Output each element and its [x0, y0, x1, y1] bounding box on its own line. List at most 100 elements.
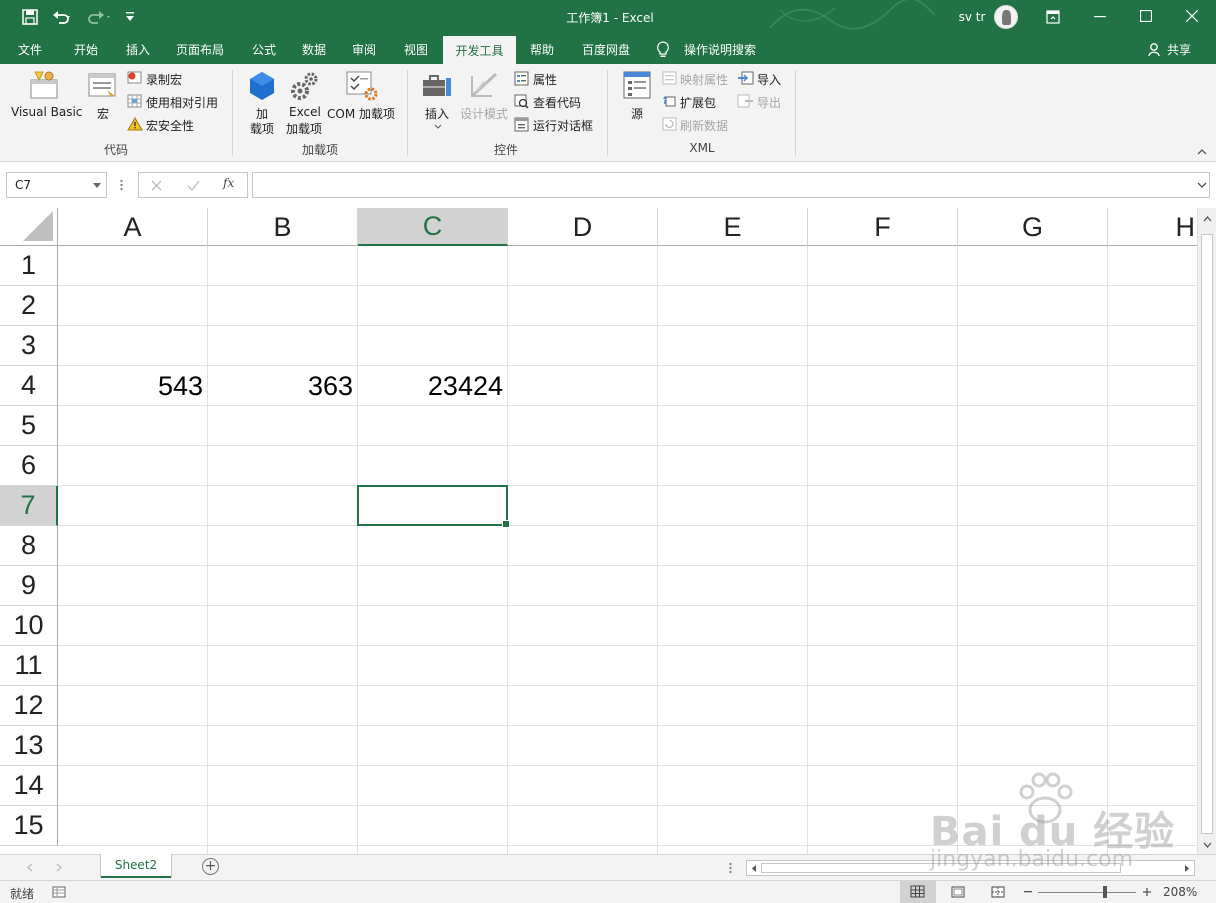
zoom-out-icon[interactable] [1024, 891, 1032, 893]
name-box[interactable]: C7 [6, 172, 107, 198]
tab-review[interactable]: 审阅 [342, 34, 386, 64]
com-addins-icon [346, 71, 378, 101]
redo-icon[interactable] [87, 9, 113, 25]
sheet-tab-sheet2[interactable]: Sheet2 [101, 854, 171, 878]
row-header-8[interactable]: 8 [0, 526, 58, 566]
close-icon[interactable] [1186, 10, 1198, 22]
share-icon[interactable] [1148, 42, 1162, 57]
vertical-scroll-thumb[interactable] [1201, 234, 1213, 834]
enter-icon[interactable] [187, 180, 200, 191]
column-header-f[interactable]: F [808, 208, 958, 246]
formula-input[interactable] [252, 172, 1210, 198]
tab-data[interactable]: 数据 [292, 34, 336, 64]
row-header-1[interactable]: 1 [0, 246, 58, 286]
page-break-preview-icon[interactable] [991, 886, 1005, 898]
column-header-b[interactable]: B [208, 208, 358, 246]
row-header-4[interactable]: 4 [0, 366, 58, 406]
row-header-14[interactable]: 14 [0, 766, 58, 806]
scroll-down-icon[interactable] [1203, 842, 1212, 848]
expand-formula-bar-icon[interactable] [1197, 182, 1207, 189]
tab-baidu-netdisk[interactable]: 百度网盘 [574, 34, 638, 64]
row-header-3[interactable]: 3 [0, 326, 58, 366]
vertical-scrollbar[interactable] [1197, 208, 1216, 854]
add-sheet-button[interactable]: + [202, 858, 219, 875]
row-header-2[interactable]: 2 [0, 286, 58, 326]
macros-label: 宏 [97, 107, 110, 121]
customize-qat-icon[interactable] [125, 11, 135, 23]
tab-home[interactable]: 开始 [64, 34, 108, 64]
next-sheet-icon[interactable] [56, 863, 62, 872]
grid-line [1107, 246, 1108, 854]
avatar[interactable] [994, 5, 1018, 29]
cell-c4[interactable]: 23424 [358, 366, 508, 406]
page-layout-view-icon[interactable] [951, 886, 965, 898]
select-all-button[interactable] [0, 208, 58, 246]
group-xml-title: XML [689, 141, 715, 155]
column-header-a[interactable]: A [58, 208, 208, 246]
save-icon[interactable] [22, 9, 38, 25]
run-dialog-label: 运行对话框 [533, 119, 594, 133]
row-header-12[interactable]: 12 [0, 686, 58, 726]
insert-function-button[interactable]: fx [223, 176, 234, 190]
record-macro-icon [127, 71, 142, 84]
toolbox-icon [423, 75, 451, 96]
zoom-in-icon[interactable] [1143, 888, 1151, 896]
tab-page-layout[interactable]: 页面布局 [168, 34, 232, 64]
row-header-13[interactable]: 13 [0, 726, 58, 766]
refresh-icon [662, 117, 677, 131]
group-separator [795, 70, 796, 156]
macro-security-label: 宏安全性 [146, 119, 195, 133]
view-code-label: 查看代码 [533, 96, 582, 110]
share-button[interactable]: 共享 [1162, 34, 1196, 64]
scroll-left-icon[interactable] [751, 864, 757, 873]
window-title: 工作簿1 - Excel [566, 10, 654, 25]
collapse-ribbon-icon[interactable] [1196, 148, 1208, 156]
export-icon [737, 94, 753, 108]
tab-file[interactable]: 文件 [8, 34, 52, 64]
row-header-11[interactable]: 11 [0, 646, 58, 686]
tab-help[interactable]: 帮助 [520, 34, 564, 64]
worksheet-grid[interactable]: A B C D E F G H 1 2 3 4 5 6 7 8 9 10 11 … [0, 208, 1216, 854]
zoom-slider-thumb[interactable] [1103, 886, 1107, 898]
tell-me-search[interactable]: 操作说明搜索 [676, 34, 764, 64]
grid-line [58, 325, 1198, 326]
row-header-7[interactable]: 7 [0, 486, 58, 526]
row-header-6[interactable]: 6 [0, 446, 58, 486]
row-header-15[interactable]: 15 [0, 806, 58, 846]
prev-sheet-icon[interactable] [27, 863, 33, 872]
more-options-icon[interactable] [729, 862, 732, 874]
scroll-up-icon[interactable] [1203, 216, 1212, 222]
group-addins-title: 加载项 [301, 143, 338, 157]
minimize-icon[interactable] [1094, 16, 1106, 18]
more-options-icon[interactable] [120, 179, 123, 191]
group-separator [407, 70, 408, 156]
macro-recording-icon[interactable] [52, 886, 66, 898]
zoom-slider-track[interactable] [1038, 892, 1136, 893]
column-header-e[interactable]: E [658, 208, 808, 246]
cell-b4[interactable]: 363 [208, 366, 358, 406]
formula-bar: C7 fx [0, 162, 1216, 208]
chevron-down-icon[interactable] [93, 183, 101, 188]
grid-line [58, 485, 1198, 486]
tab-developer[interactable]: 开发工具 [443, 36, 516, 65]
column-header-d[interactable]: D [508, 208, 658, 246]
column-header-c[interactable]: C [358, 208, 508, 246]
scroll-right-icon[interactable] [1184, 864, 1190, 873]
zoom-level[interactable]: 208% [1163, 885, 1197, 899]
column-header-g[interactable]: G [958, 208, 1108, 246]
tab-insert[interactable]: 插入 [116, 34, 160, 64]
ribbon-display-options-icon[interactable] [1046, 10, 1060, 24]
row-header-5[interactable]: 5 [0, 406, 58, 446]
active-cell-c7[interactable] [357, 485, 510, 528]
tab-formulas[interactable]: 公式 [242, 34, 286, 64]
row-header-9[interactable]: 9 [0, 566, 58, 606]
cancel-icon[interactable] [151, 180, 162, 191]
cell-a4[interactable]: 543 [58, 366, 208, 406]
grid-line [957, 246, 958, 854]
tab-view[interactable]: 视图 [394, 34, 438, 64]
row-header-10[interactable]: 10 [0, 606, 58, 646]
maximize-icon[interactable] [1140, 10, 1152, 22]
user-name[interactable]: sv tr [950, 0, 994, 34]
normal-view-icon[interactable] [900, 881, 936, 903]
undo-icon[interactable] [52, 9, 72, 25]
